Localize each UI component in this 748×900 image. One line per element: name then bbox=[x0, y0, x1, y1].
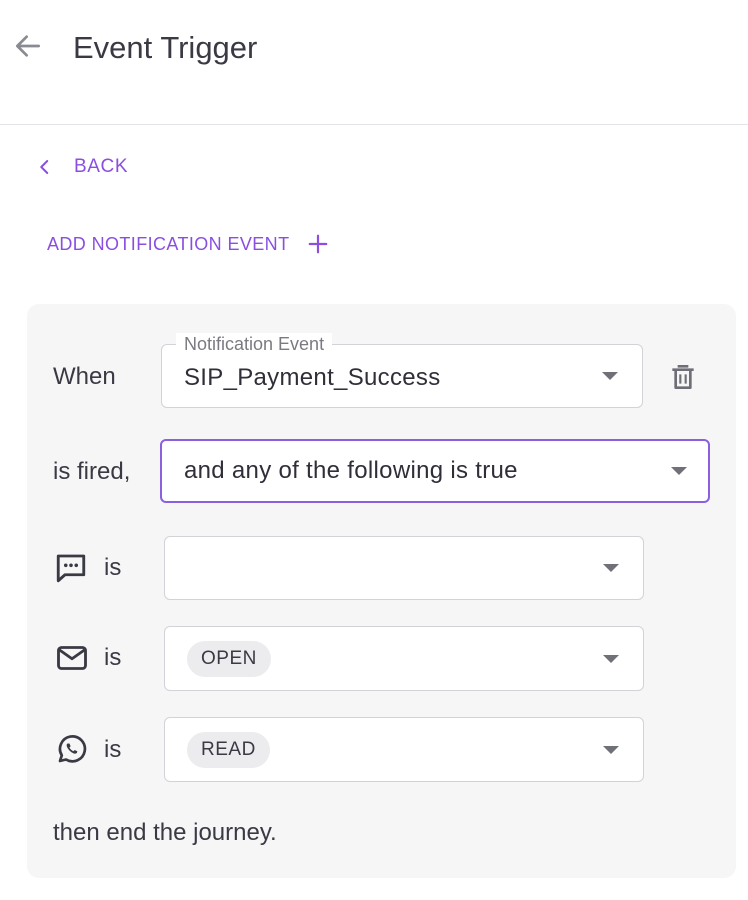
notification-event-field-label: Notification Event bbox=[176, 333, 333, 355]
whatsapp-status-select[interactable]: READ bbox=[164, 717, 644, 782]
arrow-left-icon[interactable] bbox=[12, 30, 44, 62]
sms-icon bbox=[56, 554, 86, 583]
email-icon bbox=[57, 646, 87, 670]
sms-status-select[interactable] bbox=[164, 536, 644, 600]
back-button[interactable]: BACK bbox=[36, 152, 128, 182]
condition-mode-select[interactable]: and any of the following is true bbox=[160, 439, 710, 503]
whatsapp-icon bbox=[58, 735, 87, 763]
plus-icon bbox=[309, 234, 328, 254]
chevron-left-icon bbox=[40, 160, 49, 174]
whatsapp-is-label: is bbox=[104, 736, 122, 763]
chevron-down-icon bbox=[603, 654, 619, 663]
back-button-label: BACK bbox=[74, 156, 129, 177]
page-title: Event Trigger bbox=[73, 30, 258, 65]
chevron-down-icon bbox=[602, 372, 618, 380]
chevron-down-icon bbox=[603, 564, 619, 572]
email-is-label: is bbox=[104, 644, 122, 671]
notification-event-select[interactable]: Notification Event SIP_Payment_Success bbox=[161, 333, 643, 408]
trash-icon[interactable] bbox=[667, 361, 699, 393]
add-notification-event-label: ADD NOTIFICATION EVENT bbox=[47, 233, 290, 254]
status-chip[interactable]: READ bbox=[187, 731, 270, 768]
chevron-down-icon bbox=[603, 745, 619, 754]
end-journey-label: then end the journey. bbox=[53, 819, 277, 846]
add-notification-event-button[interactable]: ADD NOTIFICATION EVENT bbox=[47, 228, 329, 260]
condition-mode-value: and any of the following is true bbox=[184, 457, 518, 484]
when-label: When bbox=[53, 363, 116, 390]
email-status-select[interactable]: OPEN bbox=[164, 626, 644, 691]
page-header: Event Trigger bbox=[0, 0, 748, 125]
sms-is-label: is bbox=[104, 554, 122, 581]
chevron-down-icon bbox=[671, 467, 687, 475]
is-fired-label: is fired, bbox=[53, 458, 131, 485]
status-chip[interactable]: OPEN bbox=[187, 640, 271, 677]
notification-event-value: SIP_Payment_Success bbox=[184, 364, 441, 391]
